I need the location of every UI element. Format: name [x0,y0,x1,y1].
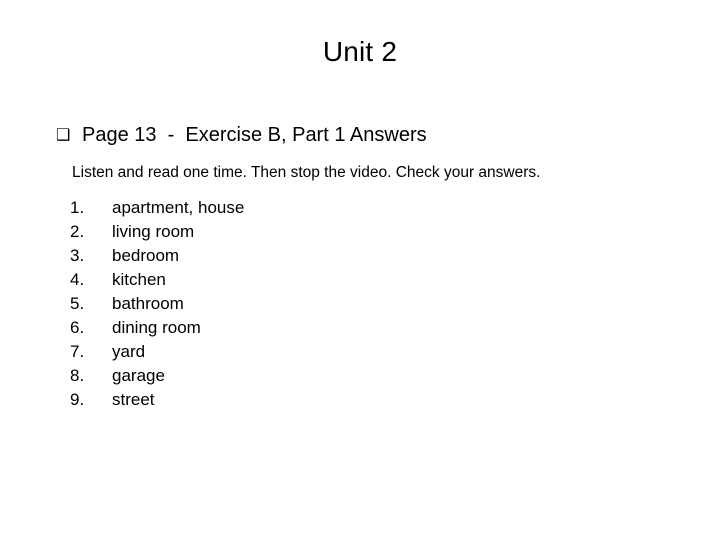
slide-canvas: Unit 2 ❑ Page 13 - Exercise B, Part 1 An… [0,0,720,540]
list-item-label: living room [112,222,195,241]
list-item: 7. yard [70,340,720,364]
list-item-label: bedroom [112,246,180,265]
square-bullet-icon: ❑ [56,125,71,144]
list-item: 6. dining room [70,316,720,340]
heading-text: Page 13 - Exercise B, Part 1 Answers [82,124,427,146]
list-item-number: 8. [70,366,85,385]
list-item-number: 6. [70,318,85,337]
list-item: 1. apartment, house [70,196,720,220]
list-item-number: 5. [70,294,85,313]
list-item-label: yard [112,342,146,361]
list-item-label: street [112,390,155,409]
instruction-text: Listen and read one time. Then stop the … [72,164,541,181]
list-item-number: 3. [70,246,85,265]
slide-body: ❑ Page 13 - Exercise B, Part 1 Answers L… [0,122,720,412]
list-item-label: kitchen [112,270,166,289]
list-item-number: 9. [70,390,85,409]
list-item-label: apartment, house [112,198,245,217]
list-item-number: 7. [70,342,85,361]
list-item: 2. living room [70,220,720,244]
list-item-number: 2. [70,222,85,241]
list-item: 5. bathroom [70,292,720,316]
answers-list: 1. apartment, house 2. living room 3. be… [0,196,720,412]
heading-bullet-row: ❑ Page 13 - Exercise B, Part 1 Answers [0,122,720,148]
list-item-label: dining room [112,318,201,337]
list-item: 3. bedroom [70,244,720,268]
list-item-number: 1. [70,198,85,217]
list-item: 4. kitchen [70,268,720,292]
list-item-label: bathroom [112,294,184,313]
list-item: 9. street [70,388,720,412]
page-title: Unit 2 [322,36,398,67]
list-item-label: garage [112,366,165,385]
list-item: 8. garage [70,364,720,388]
list-item-number: 4. [70,270,85,289]
